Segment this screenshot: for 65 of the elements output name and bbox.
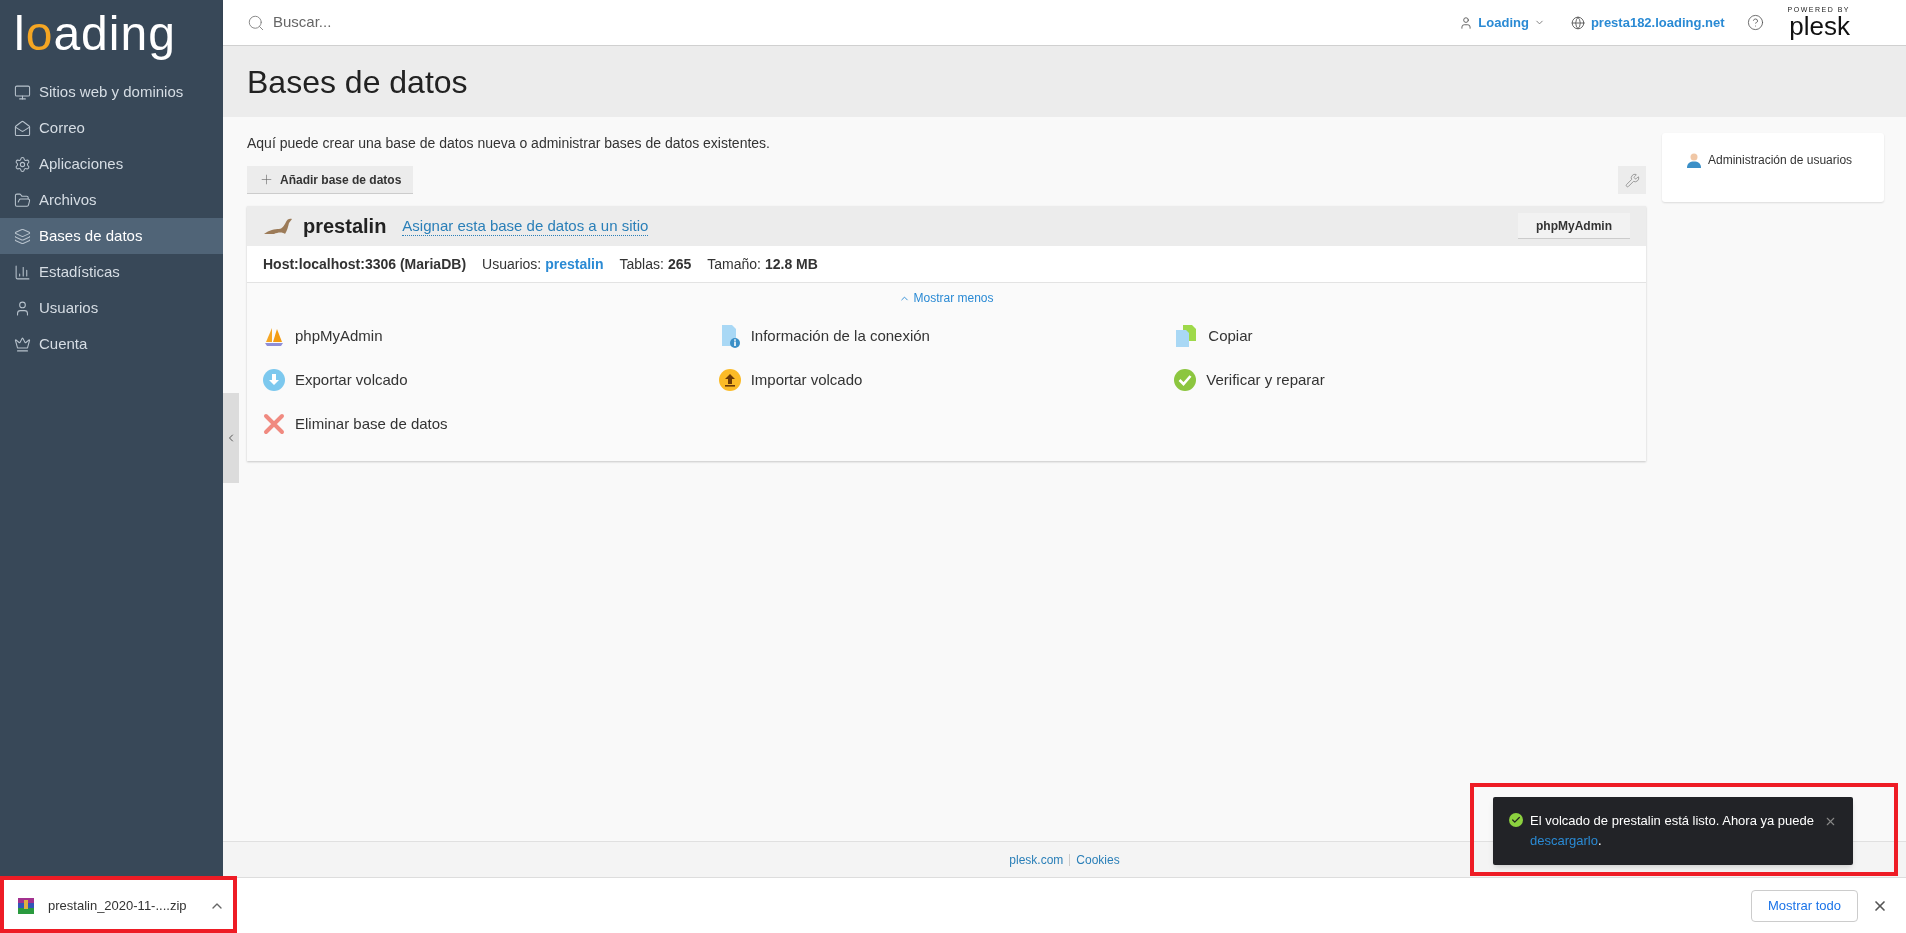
footer-link[interactable]: Cookies <box>1076 850 1120 869</box>
copy-documents-icon <box>1174 324 1199 348</box>
collapse-handle[interactable] <box>223 393 239 483</box>
crown-icon <box>14 335 31 353</box>
download-circle-icon <box>263 369 285 391</box>
layers-icon <box>14 227 31 245</box>
stat-label: Tamaño: <box>707 254 761 274</box>
sidebar-item[interactable]: Sitios web y dominios <box>0 74 223 110</box>
stat-value: 12.8 MB <box>764 254 818 274</box>
plus-icon <box>259 172 274 187</box>
page-title: Bases de datos <box>247 62 468 102</box>
toast-message: El volcado de prestalin está listo. Ahora ya puede descargarlo. <box>1530 812 1815 850</box>
action-link[interactable]: Información de la conexión <box>718 321 1175 351</box>
archive-file-icon <box>18 897 34 914</box>
person-icon <box>1686 152 1702 168</box>
phpmyadmin-button[interactable]: phpMyAdmin <box>1518 213 1630 239</box>
check-circle-icon <box>1174 369 1197 391</box>
help-icon[interactable] <box>1746 14 1764 31</box>
host-info: Host:localhost:3306 (MariaDB) <box>263 254 467 274</box>
assign-site-link[interactable]: Asignar esta base de datos a un sitio <box>402 216 649 236</box>
action-link[interactable]: Eliminar base de datos <box>263 409 719 439</box>
success-icon <box>1509 813 1523 827</box>
action-link[interactable]: Exportar volcado <box>263 365 719 395</box>
sidebar-item[interactable]: Archivos <box>0 182 223 218</box>
gear-icon <box>14 155 31 173</box>
sidebar-item[interactable]: Estadísticas <box>0 254 223 290</box>
domain-link[interactable]: presta182.loading.net <box>1570 12 1725 33</box>
sidebar-item[interactable]: Usuarios <box>0 290 223 326</box>
folder-icon <box>14 191 31 209</box>
download-filename[interactable]: prestalin_2020-11-....zip <box>48 895 187 916</box>
download-link[interactable]: descargarlo <box>1530 833 1598 848</box>
monitor-icon <box>14 83 31 101</box>
stat-label: Usuarios: <box>482 254 542 274</box>
sidebar-item[interactable]: Cuenta <box>0 326 223 362</box>
footer-link[interactable]: plesk.com <box>1009 850 1064 869</box>
page-description: Aquí puede crear una base de datos nueva o administrar bases de datos existentes. <box>247 134 771 153</box>
user-icon <box>1459 15 1474 30</box>
stat-value: 265 <box>667 254 692 274</box>
user-icon <box>14 299 31 317</box>
sidebar-item[interactable]: Bases de datos <box>0 218 223 254</box>
envelope-icon <box>14 119 31 137</box>
add-database-button[interactable]: Añadir base de datos <box>247 166 414 194</box>
database-name: prestalin <box>303 214 387 239</box>
action-link[interactable]: Verificar y reparar <box>1174 365 1630 395</box>
wrench-icon <box>1624 172 1640 188</box>
search-icon <box>247 13 265 32</box>
stat-label: Tablas: <box>619 254 664 274</box>
close-icon[interactable] <box>1824 815 1837 828</box>
action-link[interactable]: Copiar <box>1174 321 1630 351</box>
upload-circle-icon <box>718 369 741 391</box>
show-all-button[interactable]: Mostrar todo <box>1751 889 1858 922</box>
bar-chart-icon <box>14 263 31 281</box>
action-link[interactable]: Importar volcado <box>718 365 1175 395</box>
sidebar-item[interactable]: Aplicaciones <box>0 146 223 182</box>
cross-icon <box>263 413 285 435</box>
action-link[interactable]: phpMyAdmin <box>263 321 719 351</box>
user-menu[interactable]: Loading <box>1459 12 1545 33</box>
show-less-link[interactable]: Mostrar menos <box>899 289 994 307</box>
search-field[interactable]: Buscar... <box>273 11 613 34</box>
sidebar-item[interactable]: Correo <box>0 110 223 146</box>
globe-icon <box>1570 15 1585 30</box>
brand-logo[interactable]: plesk <box>1789 13 1850 39</box>
stat-link[interactable]: prestalin <box>545 253 604 275</box>
logo[interactable]: loading <box>14 7 176 60</box>
user-admin-link[interactable]: Administración de usuarios <box>1686 151 1860 169</box>
